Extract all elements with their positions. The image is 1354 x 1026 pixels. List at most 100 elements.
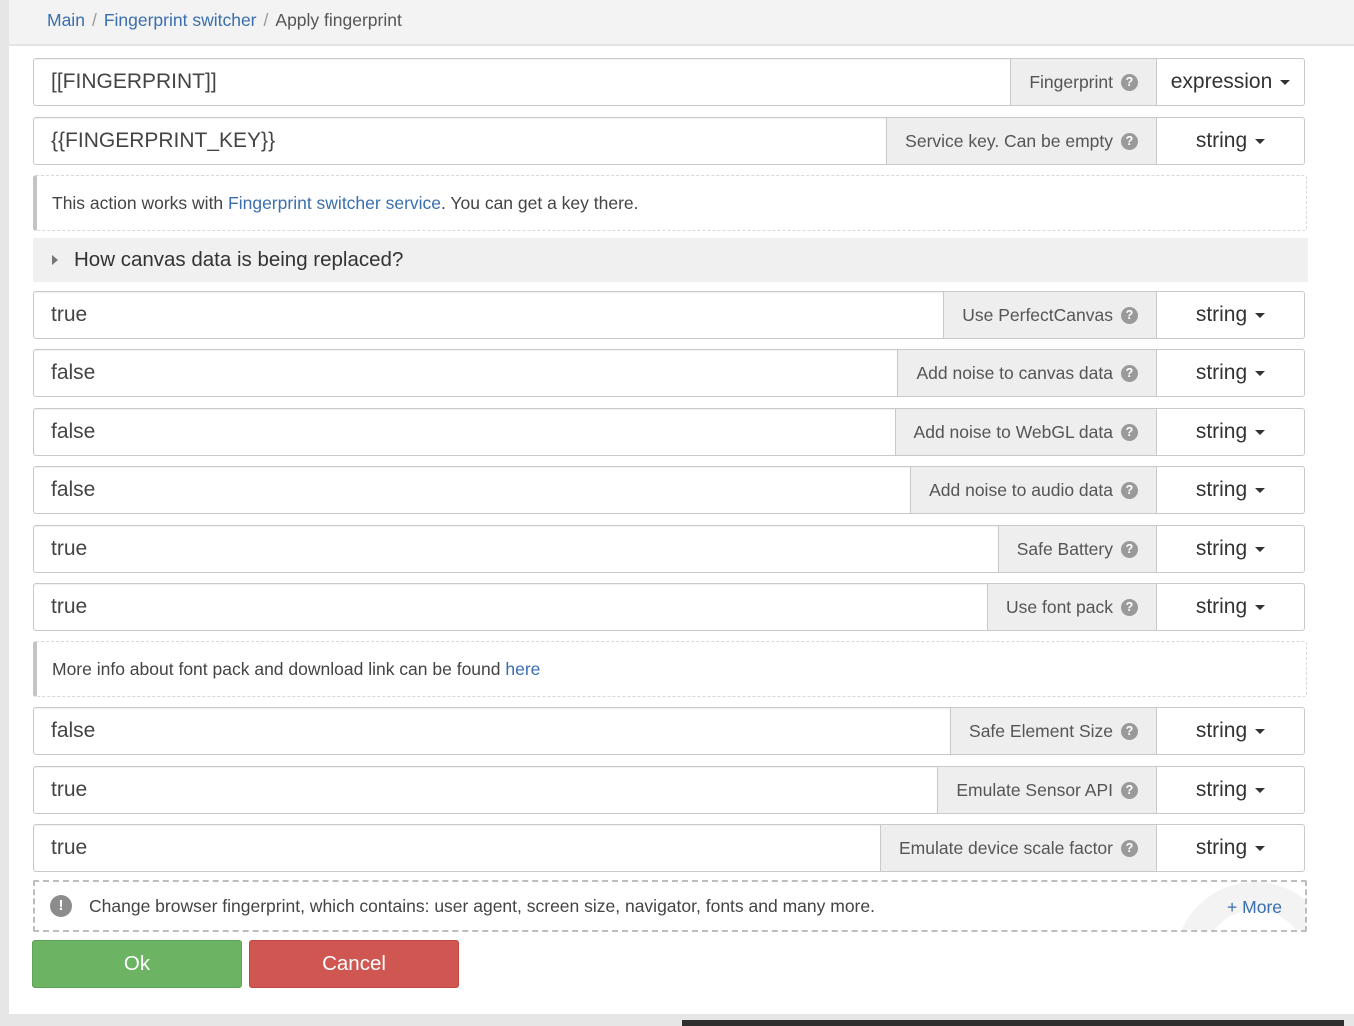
cancel-button[interactable]: Cancel xyxy=(249,940,459,988)
type-dropdown-button[interactable]: string xyxy=(1156,291,1305,339)
caret-down-icon xyxy=(1255,487,1266,493)
font-pack-input[interactable] xyxy=(33,583,988,631)
type-dropdown-button[interactable]: string xyxy=(1156,766,1305,814)
type-dropdown-button[interactable]: string xyxy=(1156,707,1305,755)
type-dropdown-button[interactable]: expression xyxy=(1156,58,1305,106)
fingerprint-switcher-service-link[interactable]: Fingerprint switcher service xyxy=(228,193,441,213)
type-dropdown-button[interactable]: string xyxy=(1156,466,1305,514)
param-label-text: Add noise to canvas data xyxy=(916,362,1113,383)
breadcrumb-fingerprint-switcher-link[interactable]: Fingerprint switcher xyxy=(104,10,257,30)
type-dropdown-label: expression xyxy=(1170,70,1273,93)
param-label-text: Service key. Can be empty xyxy=(905,130,1113,151)
type-dropdown-label: string xyxy=(1195,478,1248,501)
caret-down-icon xyxy=(1255,604,1266,610)
type-dropdown-label: string xyxy=(1195,537,1248,560)
param-label: Emulate device scale factor? xyxy=(881,824,1156,872)
param-row-font-pack: Use font pack? string xyxy=(33,583,1305,631)
type-dropdown-label: string xyxy=(1195,129,1248,152)
param-label-text: Fingerprint xyxy=(1029,71,1113,92)
breadcrumb-main-link[interactable]: Main xyxy=(47,10,85,30)
type-dropdown-button[interactable]: string xyxy=(1156,408,1305,456)
action-description-text: Change browser fingerprint, which contai… xyxy=(89,895,875,916)
question-circle-icon[interactable]: ? xyxy=(1121,306,1138,324)
breadcrumb-current: Apply fingerprint xyxy=(275,10,402,30)
caret-right-icon xyxy=(52,255,58,265)
param-label: Add noise to canvas data? xyxy=(898,349,1156,397)
param-label: Fingerprint? xyxy=(1011,58,1156,106)
fingerprint-input[interactable] xyxy=(33,58,1012,106)
question-circle-icon[interactable]: ? xyxy=(1121,364,1138,382)
param-label: Add noise to WebGL data? xyxy=(895,408,1156,456)
question-circle-icon[interactable]: ? xyxy=(1121,423,1138,441)
caret-down-icon xyxy=(1255,429,1266,435)
more-link[interactable]: + More xyxy=(1227,897,1282,918)
param-row-noise-webgl: Add noise to WebGL data? string xyxy=(33,408,1305,456)
type-dropdown-button[interactable]: string xyxy=(1156,525,1305,573)
watermark-logo-dot xyxy=(1191,908,1217,930)
type-dropdown-button[interactable]: string xyxy=(1156,583,1305,631)
type-dropdown-label: string xyxy=(1195,719,1248,742)
param-label-text: Add noise to audio data xyxy=(929,479,1113,500)
canvas-section-toggle[interactable]: How canvas data is being replaced? xyxy=(33,238,1308,282)
sensor-api-input[interactable] xyxy=(33,766,939,814)
breadcrumb: Main / Fingerprint switcher / Apply fingerpr… xyxy=(47,10,402,31)
param-row-sensor-api: Emulate Sensor API? string xyxy=(33,766,1305,814)
param-label-text: Use font pack xyxy=(1006,596,1113,617)
font-info-prefix: More info about font pack and download l… xyxy=(52,658,506,679)
type-dropdown-label: string xyxy=(1195,778,1248,801)
param-row-use-perfectcanvas: Use PerfectCanvas? string xyxy=(33,291,1305,339)
param-label: Service key. Can be empty? xyxy=(887,117,1156,165)
param-label-text: Use PerfectCanvas xyxy=(962,304,1113,325)
question-circle-icon[interactable]: ? xyxy=(1121,722,1138,740)
font-pack-here-link[interactable]: here xyxy=(505,659,540,679)
param-row-fingerprint: Fingerprint? expression xyxy=(33,58,1305,106)
service-info-box: This action works with Fingerprint switc… xyxy=(33,175,1307,231)
param-label: Use font pack? xyxy=(988,583,1156,631)
type-dropdown-button[interactable]: string xyxy=(1156,824,1305,872)
breadcrumb-bar: Main / Fingerprint switcher / Apply fingerpr… xyxy=(9,0,1354,46)
param-label: Safe Battery? xyxy=(998,525,1156,573)
bottom-toolbar-edge xyxy=(682,1020,1344,1026)
use-perfectcanvas-input[interactable] xyxy=(33,291,945,339)
caret-down-icon xyxy=(1280,79,1291,85)
service-info-text: This action works with Fingerprint switc… xyxy=(52,193,639,214)
param-row-noise-audio: Add noise to audio data? string xyxy=(33,466,1305,514)
question-circle-icon[interactable]: ? xyxy=(1121,598,1138,616)
caret-down-icon xyxy=(1255,312,1266,318)
type-dropdown-button[interactable]: string xyxy=(1156,117,1305,165)
question-circle-icon[interactable]: ? xyxy=(1121,540,1138,558)
param-row-noise-canvas: Add noise to canvas data? string xyxy=(33,349,1305,397)
device-scale-factor-input[interactable] xyxy=(33,824,881,872)
type-dropdown-label: string xyxy=(1195,361,1248,384)
param-row-service-key: Service key. Can be empty? string xyxy=(33,117,1305,165)
canvas-section-title: How canvas data is being replaced? xyxy=(74,248,404,271)
question-circle-icon[interactable]: ? xyxy=(1121,781,1138,799)
safe-element-size-input[interactable] xyxy=(33,707,952,755)
noise-canvas-input[interactable] xyxy=(33,349,899,397)
caret-down-icon xyxy=(1255,728,1266,734)
question-circle-icon[interactable]: ? xyxy=(1121,132,1138,150)
question-circle-icon[interactable]: ? xyxy=(1121,839,1138,857)
param-label: Safe Element Size? xyxy=(951,707,1156,755)
param-label-text: Emulate Sensor API xyxy=(956,779,1113,800)
safe-battery-input[interactable] xyxy=(33,525,999,573)
param-row-safe-battery: Safe Battery? string xyxy=(33,525,1305,573)
param-label-text: Add noise to WebGL data xyxy=(913,421,1113,442)
noise-webgl-input[interactable] xyxy=(33,408,896,456)
param-row-safe-element-size: Safe Element Size? string xyxy=(33,707,1305,755)
noise-audio-input[interactable] xyxy=(33,466,912,514)
question-circle-icon[interactable]: ? xyxy=(1121,481,1138,499)
ok-button[interactable]: Ok xyxy=(32,940,242,988)
caret-down-icon xyxy=(1255,845,1266,851)
type-dropdown-button[interactable]: string xyxy=(1156,349,1305,397)
param-label-text: Safe Battery xyxy=(1016,538,1113,559)
action-panel: Main / Fingerprint switcher / Apply fingerpr… xyxy=(9,0,1354,1014)
caret-down-icon xyxy=(1255,787,1266,793)
param-label-text: Emulate device scale factor xyxy=(899,837,1113,858)
font-info-text: More info about font pack and download l… xyxy=(52,659,540,680)
caret-down-icon xyxy=(1255,370,1266,376)
font-info-box: More info about font pack and download l… xyxy=(33,641,1307,697)
question-circle-icon[interactable]: ? xyxy=(1121,73,1138,91)
action-description-box: ! Change browser fingerprint, which cont… xyxy=(33,880,1307,932)
service-key-input[interactable] xyxy=(33,117,888,165)
